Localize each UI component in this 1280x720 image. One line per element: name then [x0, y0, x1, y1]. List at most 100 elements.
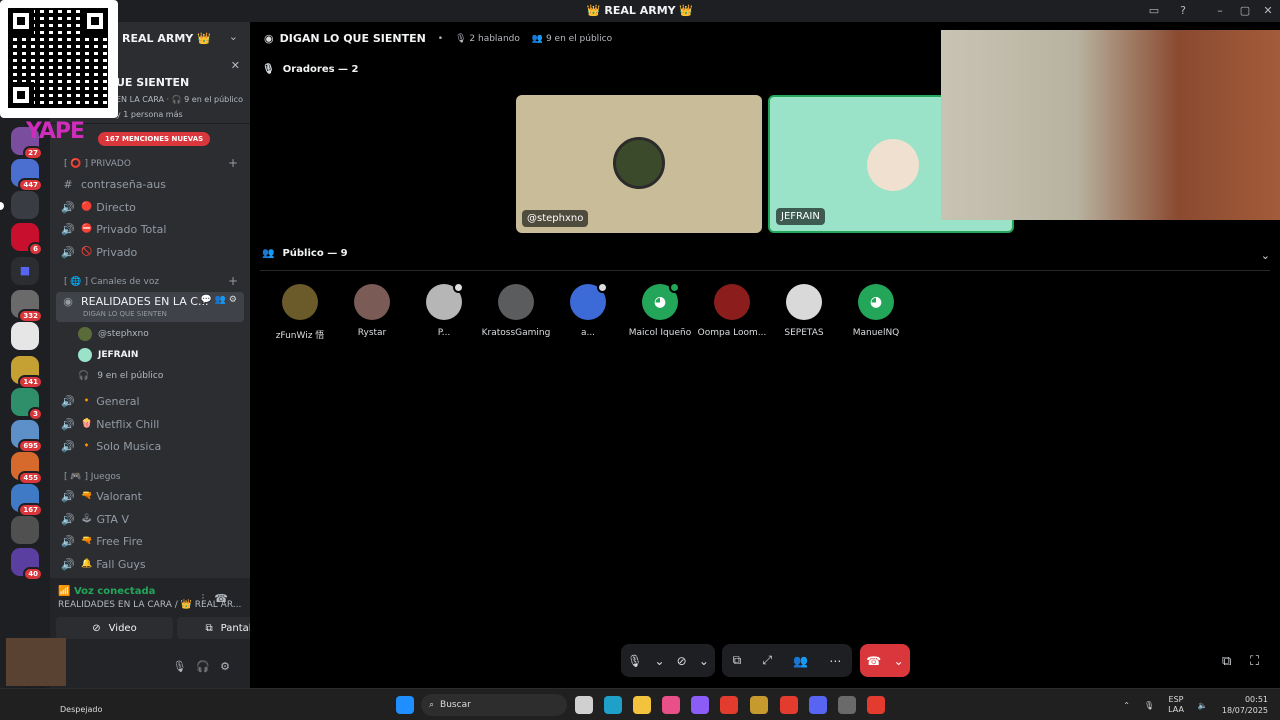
channel-netflix-chill[interactable]: 🔊 🍿 Netflix Chill [56, 414, 244, 434]
inbox-icon[interactable]: ▭ [1144, 2, 1164, 20]
maximize-icon[interactable]: ▢ [1235, 2, 1255, 20]
mic-control[interactable]: 🎙 ⌄ ⊘ ⌄ [621, 644, 715, 677]
fullscreen-icon[interactable]: ⛶ [1250, 654, 1259, 669]
channel-fall-guys[interactable]: 🔊 🔔 Fall Guys [56, 554, 244, 574]
chrome-icon[interactable] [867, 696, 885, 714]
server-icon[interactable] [11, 191, 39, 219]
chrome-icon[interactable] [720, 696, 738, 714]
minimize-icon[interactable]: – [1210, 2, 1230, 20]
add-channel-icon[interactable]: + [228, 156, 238, 170]
audience-member[interactable]: ◕ Maicol Iqueño [624, 282, 696, 338]
invite-icon[interactable]: 👥 [793, 654, 808, 668]
server-icon[interactable]: 332 [11, 290, 43, 323]
channel-gta-v[interactable]: 🔊 🕹 GTA V [56, 509, 244, 529]
audience-member[interactable]: Oompa Loom... [696, 284, 768, 338]
server-icon[interactable]: 3 [11, 388, 43, 421]
channel-solo-musica[interactable]: 🔊 🔸 Solo Musica [56, 436, 244, 456]
audience-member[interactable]: zFunWiz 悟 [264, 284, 336, 341]
audience-member[interactable]: ◕ ManuelNQ [840, 284, 912, 338]
chevron-down-icon[interactable]: ⌄ [1261, 249, 1270, 262]
channel-free-fire[interactable]: 🔊 🔫 Free Fire [56, 531, 244, 551]
activity-controls[interactable]: ⧉ ⤢ 👥 ⋯ [722, 644, 852, 677]
gear-icon[interactable]: ⚙ [220, 660, 240, 673]
channel-realidades-en-la-cara[interactable]: ◉ REALIDADES EN LA C... DIGAN LO QUE SIE… [56, 292, 244, 322]
channel-valorant[interactable]: 🔊 🔫 Valorant [56, 486, 244, 506]
server-icon[interactable]: 6 [11, 223, 43, 256]
discord-icon[interactable] [809, 696, 827, 714]
network-speaker-icon[interactable]: 🔈 [1198, 701, 1208, 710]
chevron-down-icon[interactable]: ⌄ [229, 30, 238, 43]
leave-stage-icon[interactable]: ⤢ [762, 653, 772, 668]
speaker-icon: 🔊 [61, 222, 75, 236]
close-icon[interactable]: ✕ [1258, 2, 1278, 20]
pop-out-icon[interactable]: ⧉ [1222, 654, 1231, 669]
help-icon[interactable]: ? [1173, 2, 1193, 20]
audience-member[interactable]: P... [408, 282, 480, 338]
audience-member[interactable]: Rystar [336, 284, 408, 338]
chevron-up-icon[interactable]: ⌃ [1123, 701, 1130, 710]
audience-member[interactable]: KratossGaming [480, 284, 552, 338]
microphone-icon[interactable]: 🎙 [1144, 701, 1154, 710]
game-launcher-icon[interactable] [750, 696, 768, 714]
channel-directo[interactable]: 🔊 🔴 Directo [56, 197, 244, 217]
disconnect-icon[interactable]: ☎ [214, 592, 238, 605]
disconnect-button[interactable]: ☎ ⌄ [860, 644, 910, 677]
channel-label: Privado [96, 245, 138, 259]
task-view-icon[interactable] [575, 696, 593, 714]
channel-topic: DIGAN LO QUE SIENTEN [83, 310, 167, 318]
app-icon[interactable] [662, 696, 680, 714]
channel-privado[interactable]: 🔊 🚫 Privado [56, 242, 244, 262]
video-off-icon[interactable]: ⊘ [677, 654, 687, 668]
channel-general[interactable]: 🔊 🔸 General [56, 391, 244, 411]
chevron-down-icon[interactable]: ⌄ [699, 654, 709, 668]
microphone-icon[interactable]: 🎙 [627, 654, 642, 668]
file-explorer-icon[interactable] [633, 696, 651, 714]
close-icon[interactable]: ✕ [231, 59, 240, 72]
copilot-icon[interactable] [691, 696, 709, 714]
chevron-down-icon[interactable]: ⌄ [894, 654, 904, 668]
server-icon[interactable]: 40 [11, 548, 43, 581]
server-icon[interactable]: 695 [11, 420, 43, 453]
server-icon[interactable]: 455 [11, 452, 43, 485]
mentions-badge[interactable]: 167 MENCIONES NUEVAS [98, 132, 211, 146]
chevron-down-icon[interactable]: ⌄ [654, 654, 664, 668]
voice-member[interactable]: @stephxno [78, 325, 149, 343]
channel-label: Solo Musica [96, 439, 162, 453]
obs-icon[interactable] [838, 696, 856, 714]
headphones-icon[interactable]: 🎧 [196, 660, 220, 673]
weather-label[interactable]: Despejado [60, 705, 102, 714]
channel-actions[interactable]: 💬👥⚙ [201, 295, 240, 305]
speaker-tile[interactable]: @stephxno [516, 95, 762, 233]
server-icon[interactable] [11, 516, 39, 544]
folder-icon[interactable]: ■ [11, 257, 39, 285]
server-icon[interactable]: 167 [11, 484, 43, 517]
server-icon[interactable]: 141 [11, 356, 43, 389]
windows-start-icon[interactable] [396, 696, 414, 714]
category-juegos[interactable]: [ 🎮 ] Juegos [64, 472, 121, 482]
search-input[interactable]: ⌕ Buscar [421, 694, 567, 716]
video-off-icon: ⊘ [92, 622, 101, 634]
noise-suppression-icon[interactable]: ⫶ [202, 592, 215, 605]
clock[interactable]: 00:51 18/07/2025 [1222, 694, 1268, 716]
more-icon[interactable]: ⋯ [829, 654, 841, 668]
audience-member[interactable]: SEPETAS [768, 284, 840, 338]
language-indicator[interactable]: ESP LAA [1168, 695, 1184, 715]
add-channel-icon[interactable]: + [228, 274, 238, 288]
video-button[interactable]: ⊘ Video [56, 617, 173, 639]
microphone-icon[interactable]: 🎙 [172, 660, 196, 673]
audience-member[interactable]: a... [552, 282, 624, 338]
voice-member[interactable]: JEFRAIN [78, 346, 138, 364]
speaker-icon: 🔊 [61, 200, 75, 214]
screen-share-icon[interactable]: ⧉ [733, 653, 742, 668]
divider [260, 270, 1270, 271]
audience-count[interactable]: 🎧 9 en el público [78, 367, 163, 385]
public-heading: 👥 Público — 9 [262, 248, 348, 259]
server-icon[interactable] [11, 322, 39, 350]
channel-privado-total[interactable]: 🔊 ⛔ Privado Total [56, 219, 244, 239]
category-privado[interactable]: [ ⭕ ] PRIVADO [64, 159, 131, 169]
channel-contrasena-aus[interactable]: # contraseña-aus [56, 174, 244, 194]
server-icon[interactable]: 447 [11, 159, 43, 192]
category-voz[interactable]: [ 🌐 ] Canales de voz [64, 277, 159, 287]
chrome-icon[interactable] [780, 696, 798, 714]
edge-icon[interactable] [604, 696, 622, 714]
